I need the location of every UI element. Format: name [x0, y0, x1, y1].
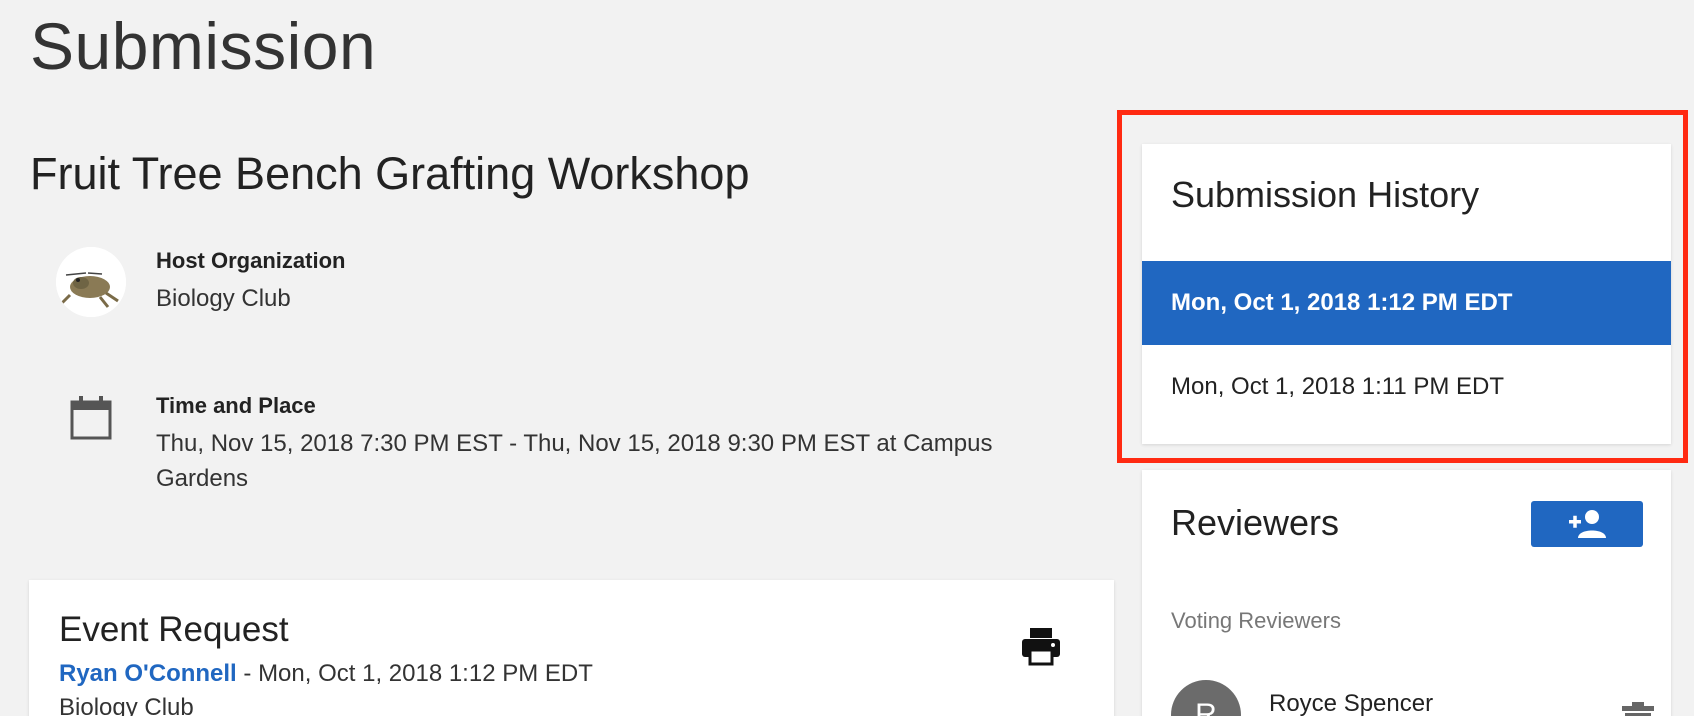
voting-reviewers-label: Voting Reviewers: [1171, 608, 1341, 633]
add-person-icon: [1569, 510, 1606, 538]
author-link[interactable]: Ryan O'Connell: [59, 660, 237, 687]
event-request-title: Event Request: [59, 610, 289, 649]
host-organization-label: Host Organization: [156, 248, 346, 273]
calendar-icon-wrap: [56, 392, 126, 462]
event-request-card: Event Request Ryan O'Connell - Mon, Oct …: [29, 580, 1114, 716]
history-item[interactable]: Mon, Oct 1, 2018 1:11 PM EDT: [1142, 345, 1671, 429]
event-request-org: Biology Club: [59, 694, 194, 716]
time-and-place-row: Time and Place Thu, Nov 15, 2018 7:30 PM…: [56, 392, 1016, 496]
reviewer-name: Royce Spencer: [1269, 690, 1434, 716]
reviewer-row: R Royce Spencer: [1171, 680, 1654, 716]
trash-icon: [1622, 702, 1654, 716]
submission-history-title: Submission History: [1171, 174, 1480, 215]
printer-icon: [1022, 628, 1060, 666]
page-title: Submission: [30, 9, 377, 83]
event-title: Fruit Tree Bench Grafting Workshop: [30, 148, 750, 199]
time-and-place-label: Time and Place: [156, 393, 316, 418]
event-request-byline: Ryan O'Connell - Mon, Oct 1, 2018 1:12 P…: [59, 660, 593, 688]
host-avatar-wrap: [56, 247, 126, 317]
frog-icon: [56, 247, 126, 317]
reviewers-card: Reviewers Voting Reviewers R Royce Spenc…: [1142, 470, 1671, 716]
reviewer-avatar: R: [1171, 680, 1241, 716]
reviewers-title: Reviewers: [1171, 502, 1340, 543]
history-item-active[interactable]: Mon, Oct 1, 2018 1:12 PM EDT: [1142, 261, 1671, 345]
calendar-icon: [70, 396, 112, 440]
submission-page: Submission Fruit Tree Bench Grafting Wor…: [0, 0, 1694, 716]
host-organization-value: Biology Club: [156, 285, 291, 312]
time-and-place-value: Thu, Nov 15, 2018 7:30 PM EST - Thu, Nov…: [156, 430, 993, 492]
delete-reviewer-button[interactable]: [1620, 700, 1656, 716]
host-organization-row: Host Organization Biology Club: [56, 247, 345, 317]
organization-avatar: [56, 247, 126, 317]
add-reviewer-button[interactable]: [1531, 501, 1643, 547]
request-date: - Mon, Oct 1, 2018 1:12 PM EDT: [236, 660, 593, 687]
submission-history-card: Submission History Mon, Oct 1, 2018 1:12…: [1142, 144, 1671, 444]
print-button[interactable]: [1019, 624, 1063, 668]
